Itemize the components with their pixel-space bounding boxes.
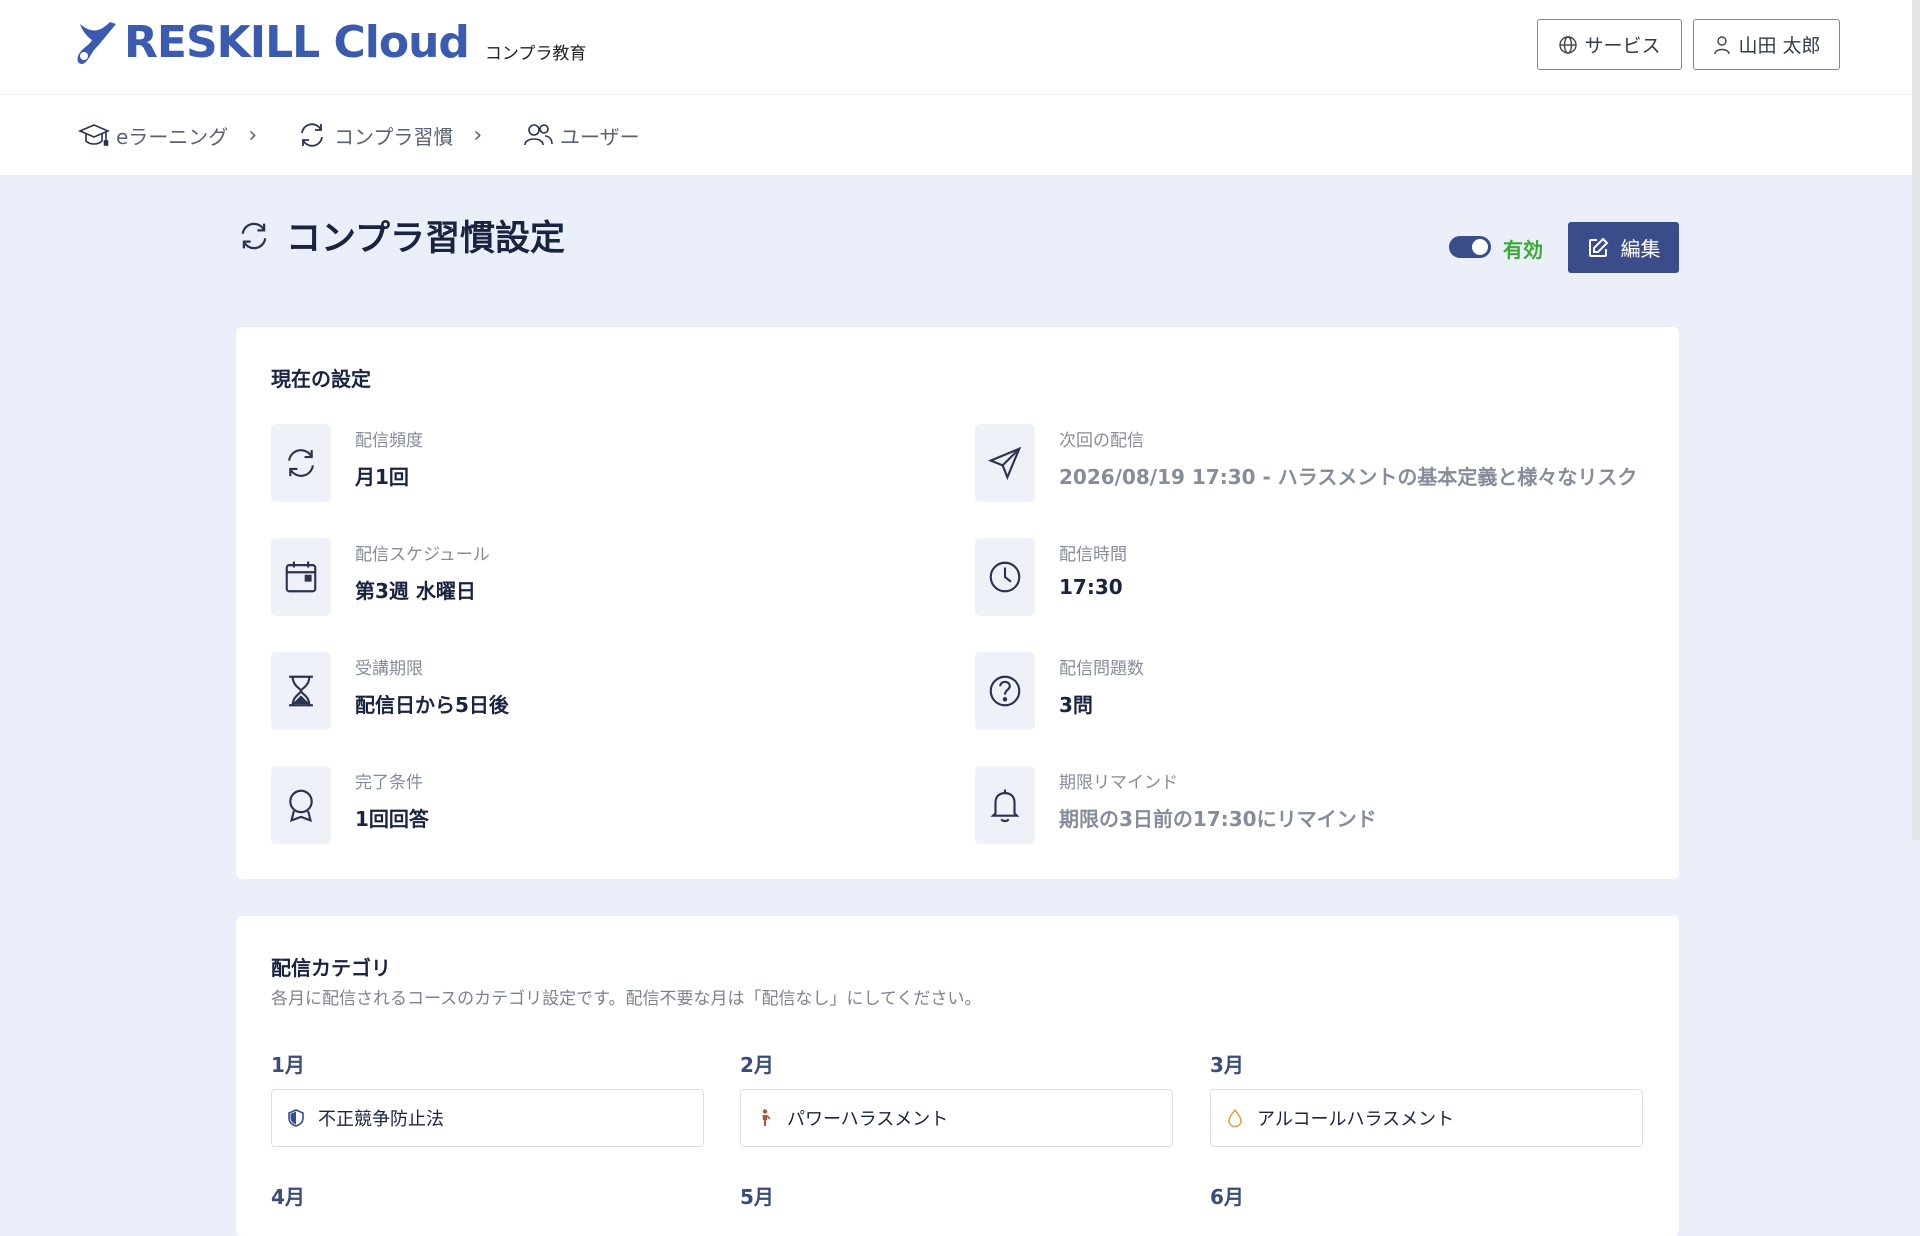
page-title-row: コンプラ習慣設定: [236, 210, 565, 261]
top-bar: RESKILL Cloud コンプラ教育 サービス 山田 太郎: [0, 0, 1920, 95]
current-settings-card: 現在の設定 配信頻度 月1回 次回の配信 2026/08/19 17:30 - …: [236, 327, 1679, 879]
month-label: 3月: [1210, 1053, 1244, 1077]
setting-value: 月1回: [355, 465, 409, 489]
setting-schedule: 配信スケジュール 第3週 水曜日: [271, 538, 490, 616]
hourglass-icon: [289, 675, 313, 707]
setting-label: 受講期限: [355, 659, 423, 679]
brand-logo[interactable]: RESKILL Cloud コンプラ教育: [72, 18, 586, 68]
edit-icon: [1588, 237, 1608, 257]
globe-icon: [1559, 35, 1578, 54]
drop-icon: [1228, 1108, 1242, 1128]
page-title: コンプラ習慣設定: [286, 219, 565, 259]
setting-icon-box: [271, 766, 331, 844]
setting-delivery-time: 配信時間 17:30: [975, 538, 1127, 616]
breadcrumb-label: eラーニング: [116, 124, 229, 149]
card-title: 配信カテゴリ: [271, 956, 391, 980]
setting-icon-box: [271, 538, 331, 616]
breadcrumb-item-users[interactable]: ユーザー: [522, 95, 640, 175]
setting-value: 1回回答: [355, 807, 429, 831]
service-button-label: サービス: [1584, 35, 1661, 57]
category-value: パワーハラスメント: [787, 1109, 949, 1130]
award-icon: [289, 789, 313, 823]
setting-icon-box: [975, 538, 1035, 616]
category-value: 不正競争防止法: [318, 1109, 444, 1130]
setting-icon-box: [975, 766, 1035, 844]
send-icon: [987, 446, 1022, 481]
setting-reminder: 期限リマインド 期限の3日前の17:30にリマインド: [975, 766, 1377, 844]
breadcrumb: eラーニング › コンプラ習慣 › ユーザー: [0, 95, 1920, 175]
user-name-label: 山田 太郎: [1738, 35, 1821, 57]
setting-icon-box: [975, 424, 1035, 502]
refresh-icon: [288, 449, 314, 477]
setting-value: 2026/08/19 17:30 - ハラスメントの基本定義と様々なリスク: [1059, 465, 1638, 489]
delivery-categories-card: 配信カテゴリ 各月に配信されるコースのカテゴリ設定です。配信不要な月は「配信なし…: [236, 916, 1679, 1236]
category-select-jan[interactable]: 不正競争防止法: [271, 1089, 704, 1147]
setting-frequency: 配信頻度 月1回: [271, 424, 423, 502]
setting-deadline: 受講期限 配信日から5日後: [271, 652, 509, 730]
setting-icon-box: [271, 424, 331, 502]
category-select-feb[interactable]: パワーハラスメント: [740, 1089, 1173, 1147]
setting-label: 配信時間: [1059, 545, 1127, 565]
setting-label: 次回の配信: [1059, 431, 1144, 451]
chevron-right-icon: ›: [473, 122, 483, 148]
brand-subtitle: コンプラ教育: [484, 44, 587, 64]
setting-value: 期限の3日前の17:30にリマインド: [1059, 807, 1377, 831]
breadcrumb-label: ユーザー: [560, 124, 640, 149]
setting-label: 配信頻度: [355, 431, 423, 451]
users-icon: [524, 124, 553, 146]
setting-label: 配信スケジュール: [355, 545, 490, 565]
setting-icon-box: [271, 652, 331, 730]
month-label: 5月: [740, 1185, 774, 1209]
setting-question-count: 配信問題数 3問: [975, 652, 1144, 730]
breadcrumb-item-elearning[interactable]: eラーニング ›: [78, 95, 257, 175]
setting-value: 3問: [1059, 693, 1093, 717]
enable-toggle[interactable]: [1449, 236, 1491, 258]
clock-icon: [989, 561, 1021, 593]
category-select-mar[interactable]: アルコールハラスメント: [1210, 1089, 1643, 1147]
month-label: 4月: [271, 1185, 305, 1209]
refresh-icon: [241, 222, 267, 249]
setting-label: 期限リマインド: [1059, 773, 1178, 793]
month-label: 1月: [271, 1053, 305, 1077]
card-description: 各月に配信されるコースのカテゴリ設定です。配信不要な月は「配信なし」にしてくださ…: [271, 989, 982, 1009]
question-icon: [989, 675, 1021, 707]
user-icon: [1714, 35, 1731, 54]
card-title: 現在の設定: [271, 367, 371, 391]
shield-icon: [288, 1109, 304, 1127]
setting-icon-box: [975, 652, 1035, 730]
setting-value: 第3週 水曜日: [355, 579, 476, 603]
brand-mark-icon: [77, 22, 116, 64]
setting-label: 完了条件: [355, 773, 423, 793]
toggle-status-label: 有効: [1503, 238, 1543, 262]
bell-icon: [990, 789, 1020, 823]
setting-label: 配信問題数: [1059, 659, 1144, 679]
edit-button-label: 編集: [1620, 237, 1661, 261]
breadcrumb-item-compra[interactable]: コンプラ習慣 ›: [296, 95, 482, 175]
edit-button[interactable]: 編集: [1568, 222, 1679, 273]
setting-next-delivery: 次回の配信 2026/08/19 17:30 - ハラスメントの基本定義と様々な…: [975, 424, 1637, 502]
setting-completion: 完了条件 1回回答: [271, 766, 429, 844]
month-label: 6月: [1210, 1185, 1244, 1209]
chevron-right-icon: ›: [248, 122, 258, 148]
setting-value: 17:30: [1059, 575, 1123, 599]
month-label: 2月: [740, 1053, 774, 1077]
brand-name: RESKILL Cloud: [124, 17, 470, 68]
service-button[interactable]: サービス: [1537, 19, 1682, 70]
category-value: アルコールハラスメント: [1257, 1109, 1455, 1130]
graduation-cap-icon: [78, 124, 110, 146]
person-icon: [762, 1109, 771, 1126]
user-menu-button[interactable]: 山田 太郎: [1693, 19, 1840, 70]
calendar-icon: [285, 561, 317, 593]
setting-value: 配信日から5日後: [355, 693, 509, 717]
page-scrollbar[interactable]: [1912, 0, 1920, 840]
breadcrumb-label: コンプラ習慣: [334, 124, 454, 149]
refresh-icon: [301, 123, 323, 147]
